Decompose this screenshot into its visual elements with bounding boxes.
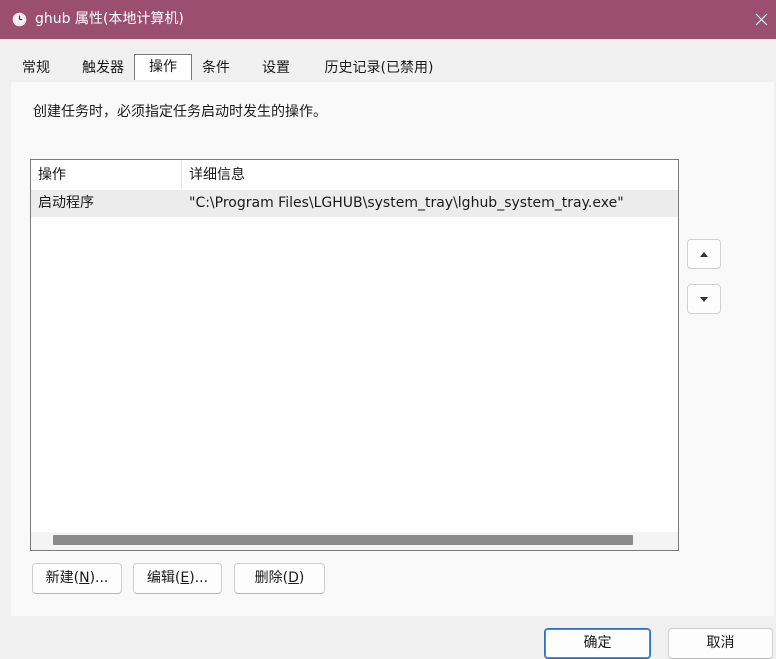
clock-icon	[12, 12, 27, 27]
column-header-details[interactable]: 详细信息	[189, 165, 245, 185]
window-title: ghub 属性(本地计算机)	[35, 11, 184, 27]
new-button-accesskey: N	[79, 570, 90, 586]
table-row[interactable]: 启动程序 "C:\Program Files\LGHUB\system_tray…	[31, 190, 678, 217]
horizontal-scrollbar[interactable]	[31, 532, 678, 550]
edit-button-suffix: )...	[189, 570, 209, 586]
triangle-down-icon	[700, 296, 708, 302]
description-text: 创建任务时，必须指定任务启动时发生的操作。	[33, 104, 327, 120]
tab-general[interactable]: 常规	[20, 55, 52, 81]
new-button[interactable]: 新建(N)...	[32, 563, 122, 594]
edit-button[interactable]: 编辑(E)...	[133, 563, 222, 594]
row-action-cell: 启动程序	[38, 195, 94, 211]
column-header-action[interactable]: 操作	[38, 165, 66, 185]
tab-settings[interactable]: 设置	[260, 55, 292, 81]
close-button[interactable]	[746, 0, 776, 39]
tab-conditions[interactable]: 条件	[200, 55, 232, 81]
delete-button[interactable]: 删除(D)	[234, 563, 325, 594]
new-button-label: 新建(	[45, 570, 80, 586]
cancel-button[interactable]: 取消	[668, 628, 773, 659]
tab-strip: 常规 触发器 操作 条件 设置 历史记录(已禁用)	[0, 54, 776, 82]
close-icon	[755, 13, 767, 26]
tab-triggers[interactable]: 触发器	[79, 55, 127, 81]
tab-history[interactable]: 历史记录(已禁用)	[319, 55, 439, 81]
column-divider[interactable]	[181, 160, 182, 189]
title-bar: ghub 属性(本地计算机)	[0, 0, 776, 39]
move-down-button[interactable]	[687, 284, 721, 314]
ok-button[interactable]: 确定	[544, 628, 651, 659]
row-details-cell: "C:\Program Files\LGHUB\system_tray\lghu…	[189, 195, 624, 211]
edit-button-label: 编辑(	[146, 570, 181, 586]
delete-button-label: 删除(	[254, 570, 289, 586]
scrollbar-thumb[interactable]	[53, 535, 633, 545]
tab-actions[interactable]: 操作	[134, 54, 192, 80]
triangle-up-icon	[700, 251, 708, 257]
delete-button-accesskey: D	[288, 570, 299, 586]
new-button-suffix: )...	[89, 570, 109, 586]
edit-button-accesskey: E	[180, 570, 190, 586]
list-header: 操作 详细信息	[31, 160, 678, 189]
delete-button-suffix: )	[298, 570, 305, 586]
actions-list[interactable]: 操作 详细信息 启动程序 "C:\Program Files\LGHUB\sys…	[30, 159, 679, 551]
move-up-button[interactable]	[687, 239, 721, 269]
